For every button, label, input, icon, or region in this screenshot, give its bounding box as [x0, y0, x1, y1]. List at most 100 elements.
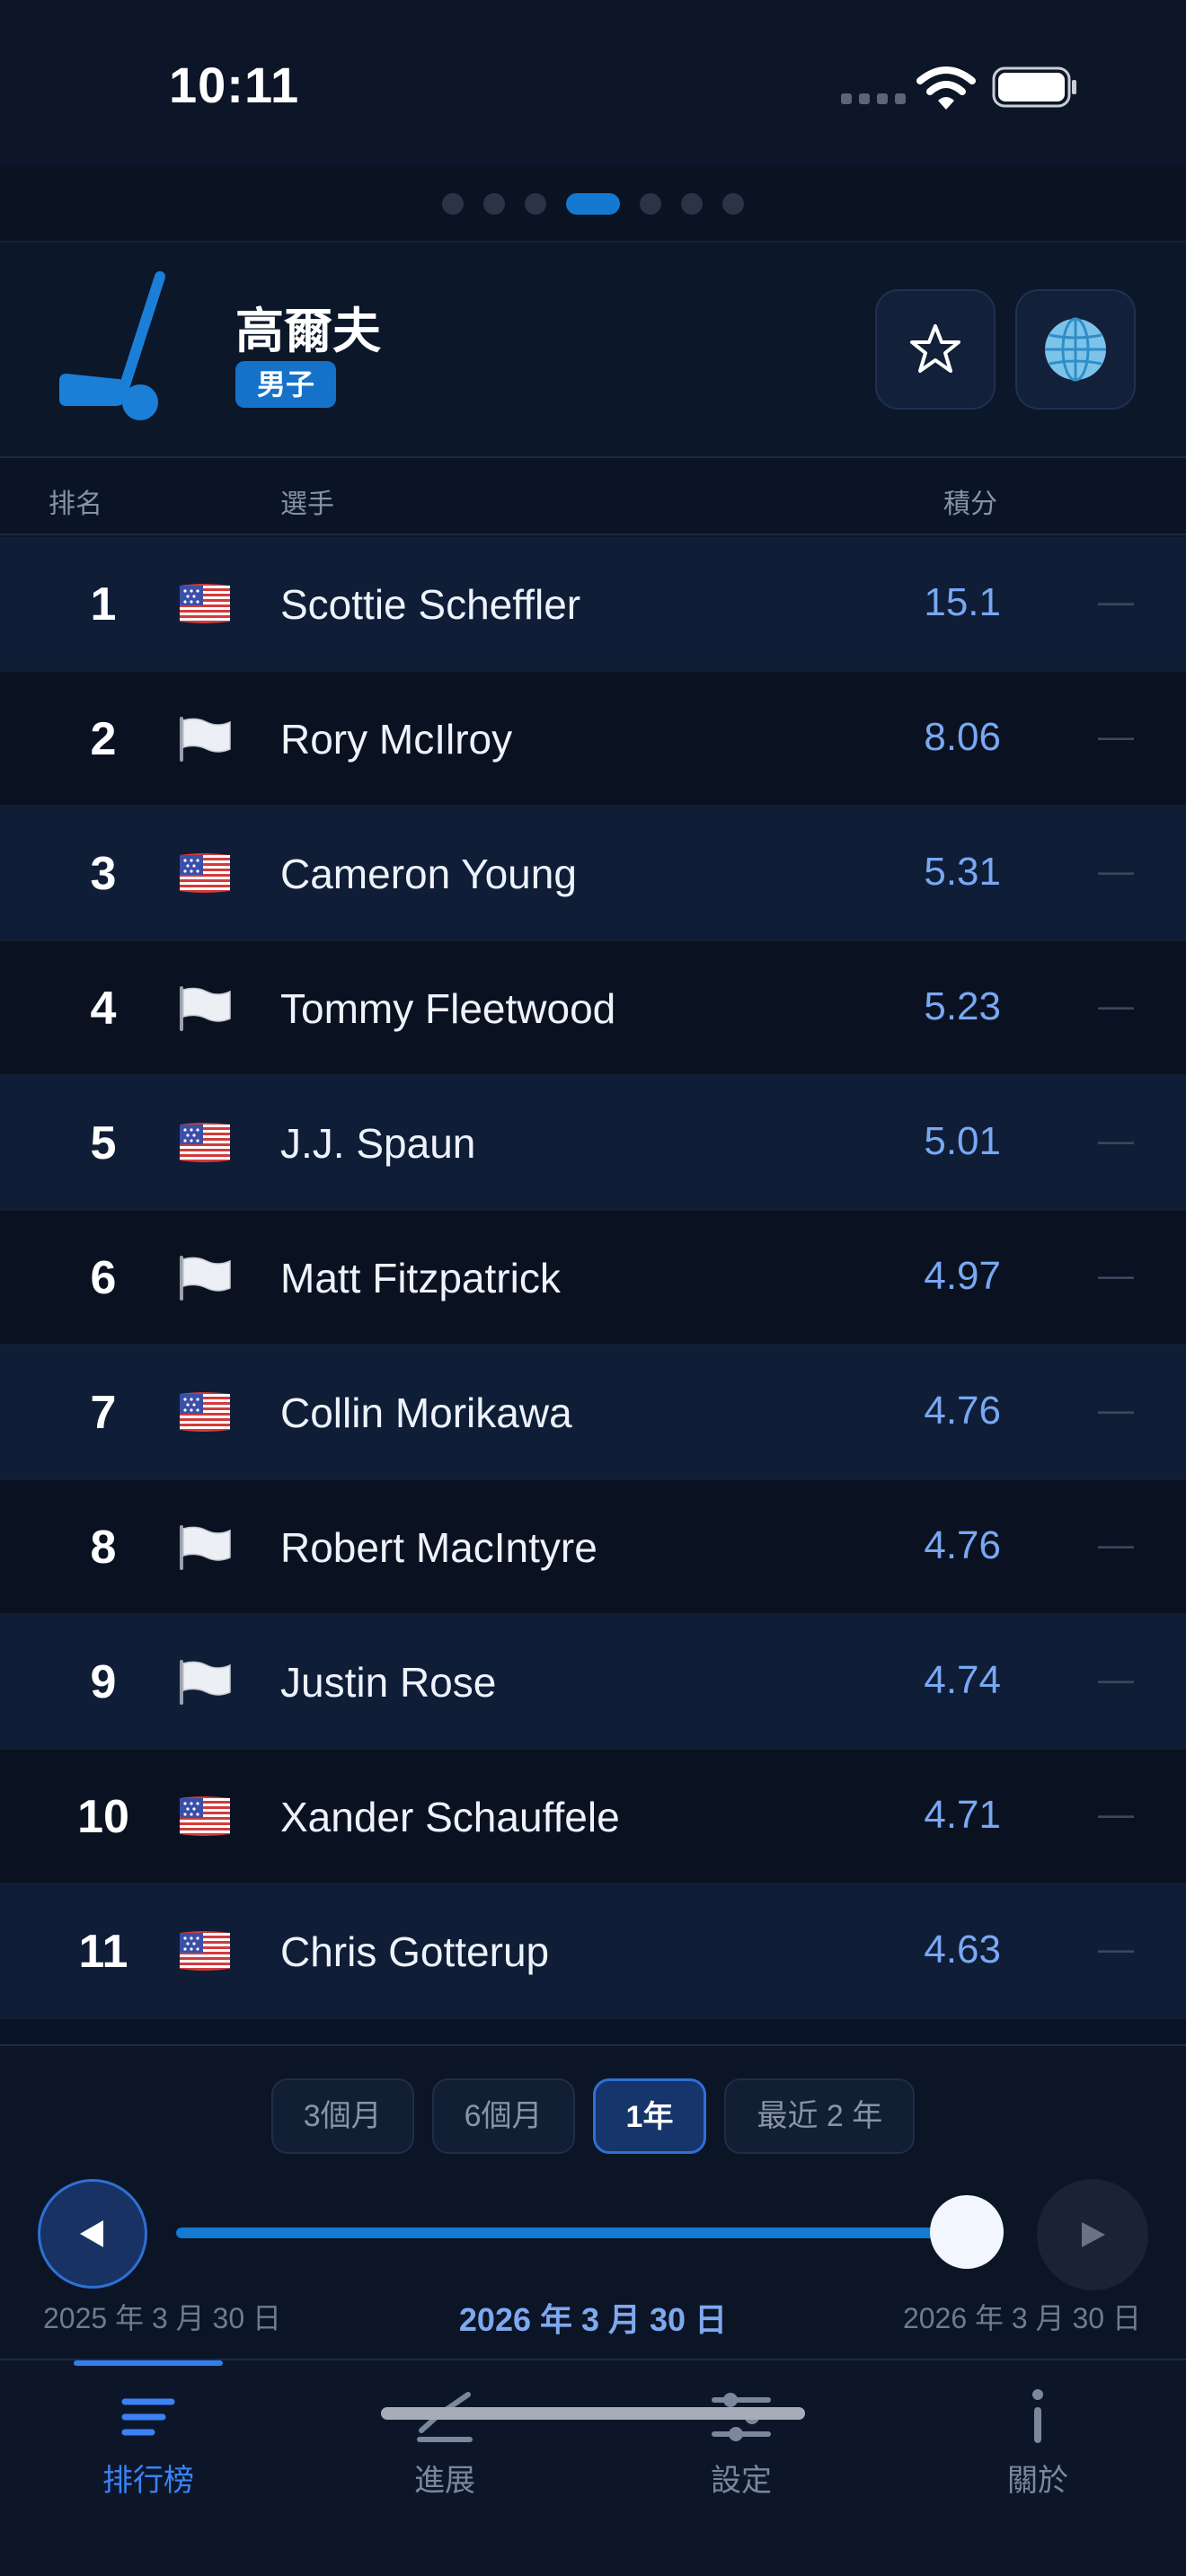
range-end-date: 2026 年 3 月 30 日: [902, 2302, 1141, 2334]
table-row[interactable]: 8 Robert MacIntyre 4.76 —: [0, 1480, 1186, 1615]
table-row[interactable]: 1 Scottie Scheffler 15.1 —: [0, 537, 1186, 672]
us-flag-icon: [176, 580, 234, 627]
page-dot[interactable]: [442, 193, 464, 215]
range-option-button[interactable]: 6個月: [431, 2078, 575, 2154]
rank-change: —: [1098, 582, 1134, 622]
globe-icon: [1045, 317, 1106, 382]
category-badge[interactable]: 男子: [235, 361, 337, 408]
player-name: Chris Gotterup: [280, 1928, 550, 1975]
rank-change: —: [1098, 1390, 1134, 1430]
home-indicator: [381, 2407, 805, 2420]
triangle-right-icon: [1082, 2222, 1105, 2247]
active-tab-indicator: [74, 2360, 223, 2366]
player-name: Xander Schauffele: [280, 1794, 620, 1840]
player-points: 4.63: [924, 1928, 1001, 1972]
next-date-button[interactable]: [1037, 2179, 1148, 2290]
table-row[interactable]: 11 Chris Gotterup 4.63 —: [0, 1884, 1186, 2019]
player-name: Matt Fitzpatrick: [280, 1255, 561, 1301]
cellular-signal-icon: [841, 93, 906, 104]
tab-about[interactable]: 關於: [890, 2387, 1186, 2504]
player-name: Collin Morikawa: [280, 1389, 572, 1436]
list-icon: [121, 2398, 175, 2436]
status-time: 10:11: [169, 57, 300, 113]
white-flag-icon: [176, 1254, 234, 1301]
app-screen: 10:11 高爾夫 男子 排名 選手 積分 1 Scottie Scheffle…: [0, 0, 1186, 2576]
star-icon: [910, 324, 960, 373]
us-flag-icon: [176, 1793, 234, 1839]
table-row[interactable]: 2 Rory McIlroy 8.06 —: [0, 672, 1186, 807]
player-points: 15.1: [924, 580, 1001, 624]
rank-number: 7: [90, 1387, 117, 1439]
rank-number: 8: [90, 1522, 117, 1574]
battery-icon: [992, 66, 1076, 108]
tab-progress[interactable]: 進展: [296, 2387, 593, 2504]
page-dot[interactable]: [525, 193, 546, 215]
date-slider-thumb[interactable]: [930, 2195, 1004, 2269]
rank-change: —: [1098, 717, 1134, 756]
sport-header: 高爾夫 男子: [0, 241, 1186, 458]
ranking-list[interactable]: 1 Scottie Scheffler 15.1 — 2 Rory McIlroy 8.06…: [0, 537, 1186, 2019]
rank-change: —: [1098, 1256, 1134, 1295]
player-name: J.J. Spaun: [280, 1120, 476, 1167]
status-bar: 10:11: [0, 0, 1186, 166]
time-range-controls: 3個月 6個月 1年 最近 2 年 2025 年 3 月 30 日 2026 年 3 …: [0, 2044, 1186, 2359]
player-points: 4.97: [924, 1254, 1001, 1298]
date-slider-track[interactable]: [176, 2228, 976, 2238]
golf-club-icon: [59, 271, 165, 420]
player-points: 4.76: [924, 1523, 1001, 1567]
rank-number: 6: [90, 1252, 117, 1304]
player-points: 8.06: [924, 715, 1001, 759]
table-row[interactable]: 7 Collin Morikawa 4.76 —: [0, 1345, 1186, 1480]
range-option-button[interactable]: 3個月: [270, 2078, 414, 2154]
table-row[interactable]: 6 Matt Fitzpatrick 4.97 —: [0, 1211, 1186, 1345]
table-row[interactable]: 9 Justin Rose 4.74 —: [0, 1615, 1186, 1750]
table-row[interactable]: 4 Tommy Fleetwood 5.23 —: [0, 941, 1186, 1076]
player-name: Tommy Fleetwood: [280, 985, 616, 1032]
white-flag-icon: [176, 1658, 234, 1705]
player-points: 5.23: [924, 984, 1001, 1028]
table-row[interactable]: 3 Cameron Young 5.31 —: [0, 807, 1186, 941]
player-points: 4.76: [924, 1389, 1001, 1433]
rank-change: —: [1098, 986, 1134, 1026]
previous-date-button[interactable]: [38, 2179, 147, 2289]
rank-change: —: [1098, 1929, 1134, 1969]
triangle-left-icon: [80, 2220, 103, 2247]
table-row[interactable]: 5 J.J. Spaun 5.01 —: [0, 1076, 1186, 1211]
tab-rankings[interactable]: 排行榜: [0, 2387, 296, 2504]
rank-number: 10: [77, 1791, 129, 1843]
rank-change: —: [1098, 1525, 1134, 1565]
rank-number: 5: [90, 1117, 117, 1169]
player-name: Robert MacIntyre: [280, 1524, 597, 1571]
tab-label: 設定: [711, 2464, 772, 2498]
player-points: 4.71: [924, 1793, 1001, 1837]
player-name: Scottie Scheffler: [280, 581, 581, 628]
rank-number: 2: [90, 713, 117, 765]
tab-settings[interactable]: 設定: [593, 2387, 890, 2504]
page-dot[interactable]: [640, 193, 661, 215]
player-points: 5.01: [924, 1119, 1001, 1163]
page-dot[interactable]: [722, 193, 744, 215]
rank-number: 4: [90, 983, 117, 1035]
info-icon: [1032, 2389, 1043, 2443]
region-button[interactable]: [1015, 289, 1136, 410]
range-segmented-control: 3個月 6個月 1年 最近 2 年: [0, 2078, 1186, 2154]
page-dot[interactable]: [681, 193, 703, 215]
rank-number: 1: [90, 578, 117, 631]
player-name: Cameron Young: [280, 851, 577, 897]
tab-label: 排行榜: [102, 2464, 194, 2498]
us-flag-icon: [176, 1928, 234, 1974]
page-dot[interactable]: [566, 193, 620, 215]
player-points: 5.31: [924, 850, 1001, 894]
wifi-icon: [916, 66, 976, 110]
range-option-button[interactable]: 最近 2 年: [724, 2078, 916, 2154]
table-row[interactable]: 10 Xander Schauffele 4.71 —: [0, 1750, 1186, 1884]
page-indicator[interactable]: [0, 168, 1186, 240]
range-option-button[interactable]: 1年: [592, 2078, 707, 2154]
rank-change: —: [1098, 1795, 1134, 1834]
rank-number: 9: [90, 1656, 117, 1708]
rank-change: —: [1098, 1121, 1134, 1160]
favorite-button[interactable]: [875, 289, 996, 410]
page-dot[interactable]: [483, 193, 505, 215]
white-flag-icon: [176, 1523, 234, 1570]
us-flag-icon: [176, 1119, 234, 1166]
